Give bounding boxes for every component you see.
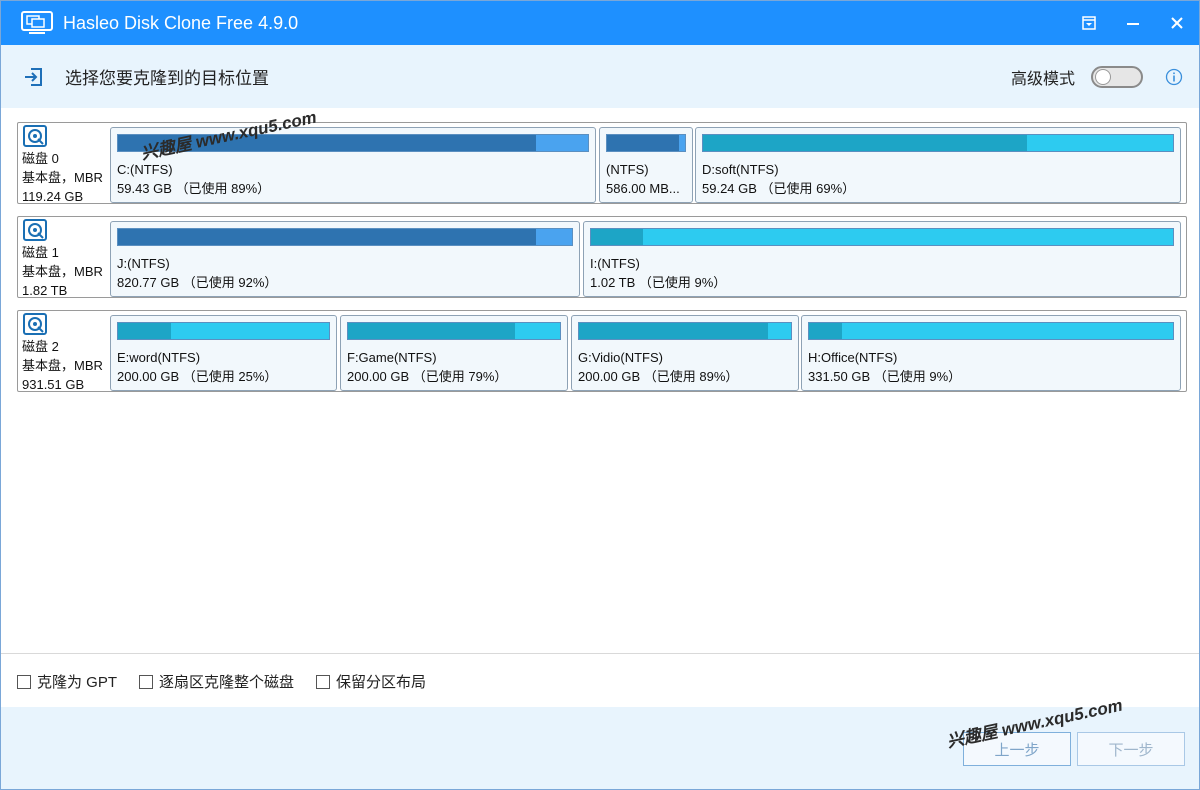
minimize-button[interactable] — [1111, 1, 1155, 45]
partition-label: J:(NTFS) — [117, 256, 170, 271]
usage-bar — [117, 322, 330, 340]
partition-size: 820.77 GB （已使用 92%） — [117, 275, 278, 290]
disk-size: 119.24 GB — [22, 189, 84, 204]
partition-label: F:Game(NTFS) — [347, 350, 437, 365]
partition-label: G:Vidio(NTFS) — [578, 350, 663, 365]
disk-type: 基本盘，MBR — [22, 264, 103, 279]
clone-gpt-checkbox[interactable] — [17, 674, 31, 689]
partition-label: C:(NTFS) — [117, 162, 173, 177]
option-sector-clone[interactable]: 逐扇区克隆整个磁盘 — [139, 671, 294, 692]
partition-label: H:Office(NTFS) — [808, 350, 898, 365]
partition-size: 200.00 GB （已使用 89%） — [578, 369, 739, 384]
partition-e[interactable]: E:word(NTFS) 200.00 GB （已使用 25%） — [110, 315, 337, 391]
option-clone-gpt[interactable]: 克隆为 GPT — [17, 671, 117, 692]
disk-info: 磁盘 1 基本盘，MBR 1.82 TB — [22, 219, 110, 298]
option-label: 克隆为 GPT — [37, 674, 118, 691]
usage-bar — [117, 228, 573, 246]
partition-size: 331.50 GB （已使用 9%） — [808, 369, 962, 384]
disk-name: 磁盘 0 — [22, 151, 59, 166]
usage-bar — [606, 134, 686, 152]
hard-disk-icon — [23, 219, 47, 241]
window-title: Hasleo Disk Clone Free 4.9.0 — [63, 12, 299, 33]
disk-size: 931.51 GB — [22, 377, 85, 392]
app-logo-icon — [21, 11, 53, 34]
close-button[interactable] — [1155, 1, 1199, 45]
option-label: 逐扇区克隆整个磁盘 — [159, 674, 295, 691]
disk-name: 磁盘 2 — [22, 339, 59, 354]
partition-label: (NTFS) — [606, 162, 649, 177]
page-title: 选择您要克隆到的目标位置 — [65, 69, 269, 88]
partition-j[interactable]: J:(NTFS) 820.77 GB （已使用 92%） — [110, 221, 580, 297]
partition-g[interactable]: G:Vidio(NTFS) 200.00 GB （已使用 89%） — [571, 315, 799, 391]
info-icon[interactable] — [1165, 68, 1183, 86]
disk-row-2[interactable]: 磁盘 2 基本盘，MBR 931.51 GB E:word(NTFS) 200.… — [17, 310, 1187, 392]
keep-layout-checkbox[interactable] — [316, 674, 331, 689]
partition-size: 200.00 GB （已使用 79%） — [347, 369, 508, 384]
usage-bar — [347, 322, 561, 340]
partition-size: 59.24 GB （已使用 69%） — [702, 181, 856, 196]
disk-name: 磁盘 1 — [22, 245, 59, 260]
partition-size: 1.02 TB （已使用 9%） — [590, 275, 727, 290]
partition-label: I:(NTFS) — [590, 256, 640, 271]
next-button[interactable]: 下一步 — [1077, 732, 1185, 766]
usage-bar — [808, 322, 1174, 340]
title-bar: Hasleo Disk Clone Free 4.9.0 — [1, 1, 1199, 45]
sector-clone-checkbox[interactable] — [139, 674, 154, 689]
disk-info: 磁盘 2 基本盘，MBR 931.51 GB — [22, 313, 110, 392]
hard-disk-icon — [23, 125, 47, 147]
close-icon — [1171, 17, 1183, 29]
option-keep-layout[interactable]: 保留分区布局 — [316, 671, 426, 692]
divider — [1, 653, 1199, 654]
usage-bar — [702, 134, 1174, 152]
partition-system[interactable]: (NTFS) 586.00 MB... — [599, 127, 693, 203]
app-window: Hasleo Disk Clone Free 4.9.0 选择您要克隆到的目标位… — [0, 0, 1200, 790]
partition-d[interactable]: D:soft(NTFS) 59.24 GB （已使用 69%） — [695, 127, 1181, 203]
clone-options: 克隆为 GPT 逐扇区克隆整个磁盘 保留分区布局 — [17, 671, 448, 692]
target-enter-icon — [25, 67, 42, 86]
menu-button[interactable] — [1067, 1, 1111, 45]
disk-list: 磁盘 0 基本盘，MBR 119.24 GB C:(NTFS) 59.43 GB… — [17, 122, 1187, 404]
minimize-icon — [1127, 23, 1139, 25]
hard-disk-icon — [23, 313, 47, 335]
disk-size: 1.82 TB — [22, 283, 68, 298]
option-label: 保留分区布局 — [336, 674, 427, 691]
advanced-mode-toggle[interactable] — [1091, 65, 1143, 88]
partition-h[interactable]: H:Office(NTFS) 331.50 GB （已使用 9%） — [801, 315, 1181, 391]
disk-info: 磁盘 0 基本盘，MBR 119.24 GB — [22, 125, 110, 204]
usage-bar — [578, 322, 792, 340]
partition-size: 586.00 MB... — [606, 181, 680, 196]
partition-i[interactable]: I:(NTFS) 1.02 TB （已使用 9%） — [583, 221, 1181, 297]
disk-row-1[interactable]: 磁盘 1 基本盘，MBR 1.82 TB J:(NTFS) 820.77 GB … — [17, 216, 1187, 298]
disk-type: 基本盘，MBR — [22, 358, 103, 373]
page-header: 选择您要克隆到的目标位置 高级模式 — [1, 45, 1199, 108]
partition-f[interactable]: F:Game(NTFS) 200.00 GB （已使用 79%） — [340, 315, 568, 391]
partition-label: D:soft(NTFS) — [702, 162, 779, 177]
menu-dropdown-icon — [1082, 16, 1096, 30]
toggle-knob — [1095, 68, 1111, 85]
partition-size: 200.00 GB （已使用 25%） — [117, 369, 278, 384]
disk-type: 基本盘，MBR — [22, 170, 103, 185]
advanced-mode-label: 高级模式 — [1010, 70, 1075, 88]
partition-size: 59.43 GB （已使用 89%） — [117, 181, 271, 196]
partition-label: E:word(NTFS) — [117, 350, 201, 365]
usage-bar — [590, 228, 1174, 246]
